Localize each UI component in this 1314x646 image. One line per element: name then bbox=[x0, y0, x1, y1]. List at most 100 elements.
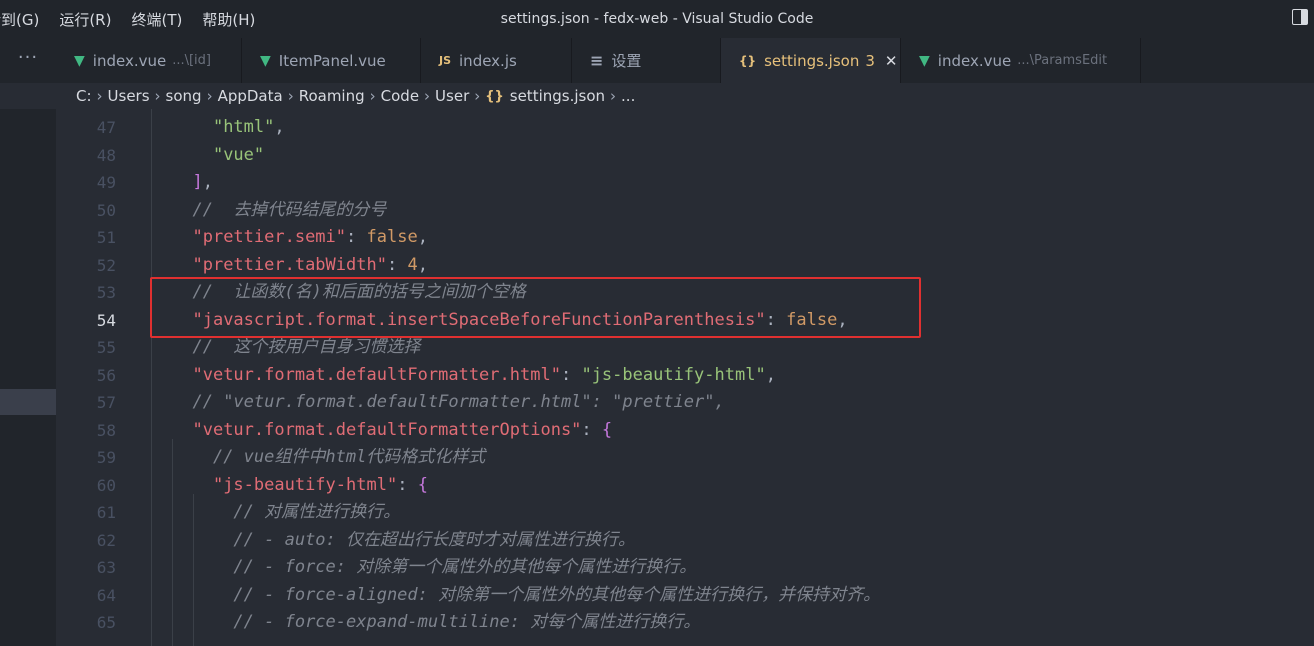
chevron-right-icon: › bbox=[206, 87, 213, 105]
code-line[interactable]: 53 // 让函数(名)和后面的括号之间加个空格 bbox=[56, 279, 1314, 307]
json-braces-icon: {} bbox=[739, 53, 757, 68]
line-text: "html", bbox=[212, 117, 285, 137]
menu-help[interactable]: 帮助(H) bbox=[202, 9, 255, 30]
tab-index-js[interactable]: JS index.js bbox=[421, 38, 572, 83]
line-text: "vue" bbox=[212, 144, 265, 165]
toggle-layout-icon[interactable] bbox=[1292, 9, 1308, 25]
breadcrumb-item[interactable]: Code bbox=[381, 87, 419, 105]
breadcrumb-item[interactable]: Roaming bbox=[299, 87, 365, 105]
line-text: // vue组件中html代码格式化样式 bbox=[212, 447, 486, 467]
line-text: "vetur.format.defaultFormatter.html": "j… bbox=[192, 364, 776, 385]
tab-itempanel-vue[interactable]: ▼ ItemPanel.vue bbox=[242, 38, 421, 83]
line-text: "prettier.tabWidth": 4, bbox=[192, 254, 428, 275]
breadcrumb-item[interactable]: song bbox=[166, 87, 202, 105]
menu-terminal[interactable]: 终端(T) bbox=[131, 9, 182, 30]
tab-label: settings.json bbox=[764, 51, 860, 70]
side-panel-strip bbox=[0, 109, 56, 646]
menu-run[interactable]: 运行(R) bbox=[59, 9, 111, 30]
breadcrumb: C: › Users › song › AppData › Roaming › Code ›… bbox=[0, 83, 1314, 109]
vue-icon: ▼ bbox=[260, 52, 271, 69]
code-line[interactable]: 52 "prettier.tabWidth": 4, bbox=[56, 252, 1314, 280]
js-icon: JS bbox=[439, 54, 452, 67]
side-panel-selected-row bbox=[0, 389, 56, 415]
breadcrumb-item[interactable]: User bbox=[435, 87, 469, 105]
settings-list-icon: ≡ bbox=[590, 51, 604, 70]
code-line[interactable]: 50 // 去掉代码结尾的分号 bbox=[56, 197, 1314, 225]
vue-icon: ▼ bbox=[919, 52, 930, 69]
code-line[interactable]: 65 // - force-expand-multiline: 对每个属性进行换… bbox=[56, 609, 1314, 637]
code-editor[interactable]: 47 "html", 48 "vue" 49 ], 50 // 去掉代码结尾的分号 51… bbox=[56, 109, 1314, 646]
json-braces-icon: {} bbox=[485, 88, 504, 104]
problems-badge: 3 bbox=[865, 51, 875, 70]
line-number: 48 bbox=[96, 145, 116, 165]
line-number: 64 bbox=[96, 585, 116, 605]
line-number: 47 bbox=[96, 118, 116, 137]
tab-overflow-button[interactable]: ··· bbox=[0, 38, 56, 83]
tab-label: index.vue bbox=[92, 51, 167, 70]
tab-label: 设置 bbox=[611, 52, 642, 70]
code-line[interactable]: 47 "html", bbox=[56, 114, 1314, 142]
code-line[interactable]: 56 "vetur.format.defaultFormatter.html":… bbox=[56, 362, 1314, 390]
line-number: 59 bbox=[96, 448, 116, 467]
tab-settings-json[interactable]: {} settings.json 3 ✕ bbox=[721, 38, 901, 83]
tab-label: index.js bbox=[459, 51, 517, 70]
breadcrumb-item[interactable]: C: bbox=[76, 87, 92, 105]
line-number: 58 bbox=[96, 420, 116, 440]
tab-index-vue-paramsedit[interactable]: ▼ index.vue ...\ParamsEdit bbox=[901, 38, 1141, 83]
line-text: // 让函数(名)和后面的括号之间加个空格 bbox=[192, 282, 526, 302]
line-text: // - force-aligned: 对除第一个属性外的其他每个属性进行换行，… bbox=[233, 584, 881, 605]
chevron-right-icon: › bbox=[610, 87, 617, 105]
tab-label: ItemPanel.vue bbox=[278, 51, 386, 70]
chevron-right-icon: › bbox=[474, 87, 481, 105]
line-text: "js-beautify-html": { bbox=[212, 474, 428, 495]
code-line[interactable]: 48 "vue" bbox=[56, 142, 1314, 170]
breadcrumb-item[interactable]: settings.json bbox=[510, 87, 605, 105]
chevron-right-icon: › bbox=[287, 87, 294, 105]
code-line[interactable]: 62 // - auto: 仅在超出行长度时才对属性进行换行。 bbox=[56, 527, 1314, 555]
code-line[interactable]: 54 "javascript.format.insertSpaceBeforeF… bbox=[56, 307, 1314, 335]
line-number: 57 bbox=[96, 393, 116, 412]
code-line[interactable]: 51 "prettier.semi": false, bbox=[56, 224, 1314, 252]
line-number: 55 bbox=[96, 338, 116, 357]
line-text: // 对属性进行换行。 bbox=[233, 502, 401, 522]
chevron-right-icon: › bbox=[154, 87, 161, 105]
menu-goto[interactable]: 转到(G) bbox=[0, 9, 39, 30]
code-line[interactable]: 63 // - force: 对除第一个属性外的其他每个属性进行换行。 bbox=[56, 554, 1314, 582]
line-number: 63 bbox=[96, 558, 116, 577]
close-icon[interactable]: ✕ bbox=[885, 52, 898, 70]
line-number: 61 bbox=[96, 503, 116, 522]
tab-index-vue-id[interactable]: ▼ index.vue ...\[id] bbox=[56, 38, 242, 83]
chevron-right-icon: › bbox=[96, 87, 103, 105]
code-line[interactable]: 49 ], bbox=[56, 169, 1314, 197]
line-number: 52 bbox=[96, 255, 116, 275]
line-number: 49 bbox=[96, 173, 116, 192]
code-line[interactable]: 64 // - force-aligned: 对除第一个属性外的其他每个属性进行… bbox=[56, 582, 1314, 610]
line-text: "vetur.format.defaultFormatterOptions": … bbox=[192, 419, 613, 440]
line-text: // - auto: 仅在超出行长度时才对属性进行换行。 bbox=[233, 529, 636, 550]
tab-description: ...\ParamsEdit bbox=[1017, 53, 1108, 68]
chevron-right-icon: › bbox=[369, 87, 376, 105]
tab-settings-ui[interactable]: ≡ 设置 bbox=[572, 38, 721, 83]
tab-label: index.vue bbox=[937, 51, 1012, 70]
code-line[interactable]: 58 "vetur.format.defaultFormatterOptions… bbox=[56, 417, 1314, 445]
line-number: 56 bbox=[96, 365, 116, 385]
vue-icon: ▼ bbox=[74, 52, 85, 69]
breadcrumb-item[interactable]: ... bbox=[621, 87, 635, 105]
line-number: 62 bbox=[96, 530, 116, 550]
line-text: "prettier.semi": false, bbox=[192, 227, 428, 247]
line-number: 60 bbox=[96, 475, 116, 495]
tab-description: ...\[id] bbox=[172, 53, 211, 68]
line-text: // 去掉代码结尾的分号 bbox=[192, 199, 387, 220]
code-line[interactable]: 59 // vue组件中html代码格式化样式 bbox=[56, 444, 1314, 472]
code-line[interactable]: 57 // "vetur.format.defaultFormatter.htm… bbox=[56, 389, 1314, 417]
code-line[interactable]: 60 "js-beautify-html": { bbox=[56, 472, 1314, 500]
breadcrumb-item[interactable]: Users bbox=[108, 87, 150, 105]
line-text: // "vetur.format.defaultFormatter.html":… bbox=[192, 392, 725, 412]
menu-bar: 转到(G) 运行(R) 终端(T) 帮助(H) bbox=[0, 0, 275, 38]
line-text: "javascript.format.insertSpaceBeforeFunc… bbox=[192, 309, 848, 330]
code-line[interactable]: 61 // 对属性进行换行。 bbox=[56, 499, 1314, 527]
breadcrumb-item[interactable]: AppData bbox=[218, 87, 283, 105]
code-line[interactable]: 55 // 这个按用户自身习惯选择 bbox=[56, 334, 1314, 362]
line-text: // 这个按用户自身习惯选择 bbox=[192, 337, 421, 357]
line-number: 53 bbox=[96, 283, 116, 302]
